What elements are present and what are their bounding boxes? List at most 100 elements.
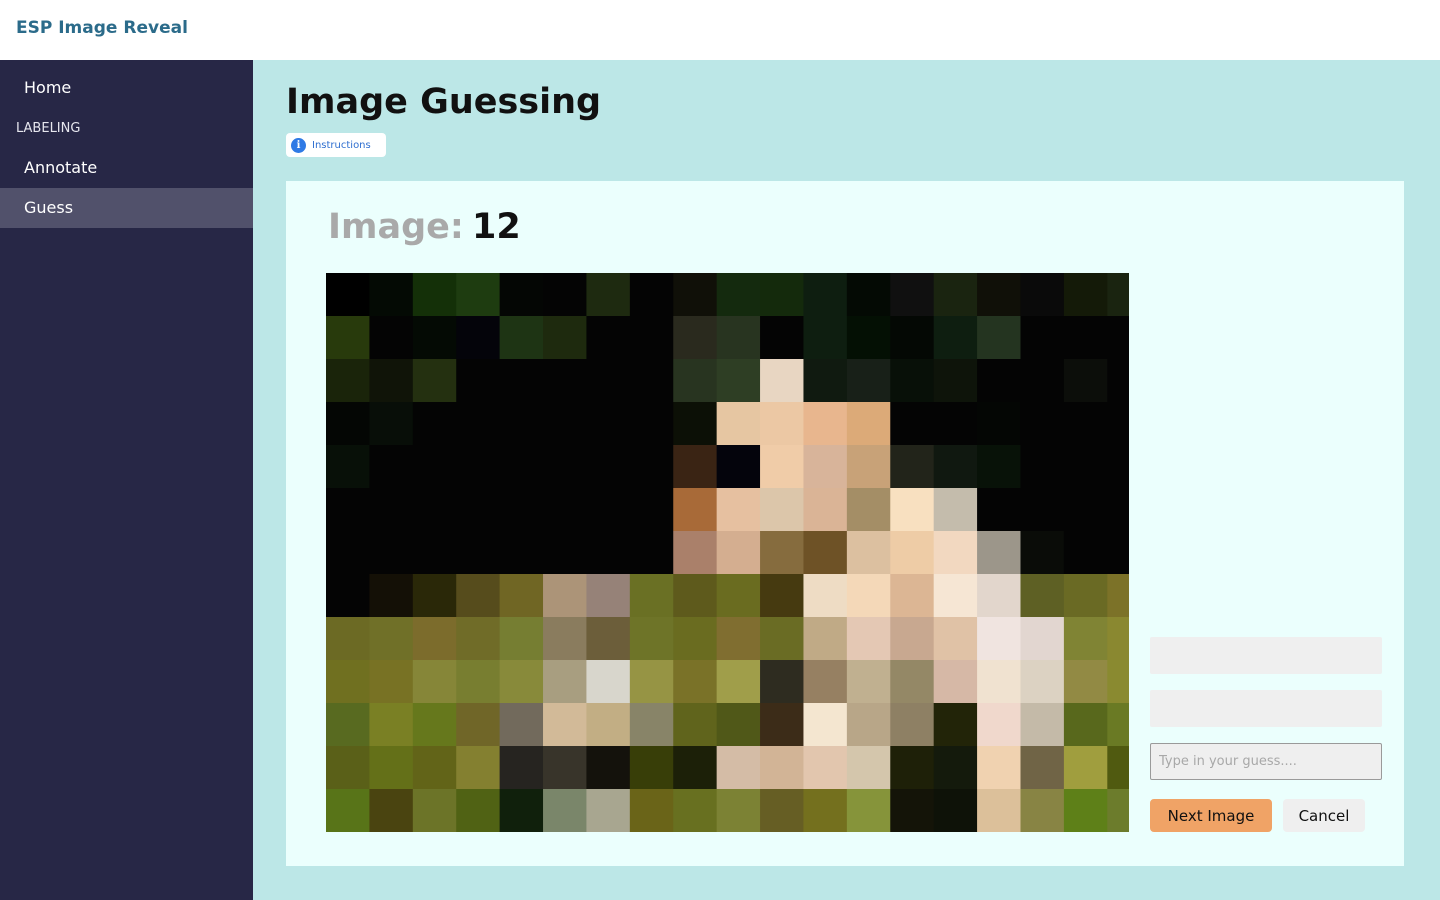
image-pixel-block: [760, 359, 805, 403]
image-pixel-block: [412, 746, 457, 790]
image-pixel-block: [499, 359, 544, 403]
image-pixel-block: [890, 703, 935, 747]
image-pixel-block: [543, 488, 588, 532]
image-pixel-block: [326, 574, 371, 618]
image-pixel-block: [1020, 531, 1065, 575]
image-pixel-block: [499, 746, 544, 790]
image-pixel-block: [1107, 703, 1129, 747]
image-pixel-block: [673, 574, 718, 618]
image-pixel-block: [760, 789, 805, 832]
image-pixel-block: [456, 660, 501, 704]
image-pixel-block: [629, 660, 674, 704]
image-pixel-block: [803, 574, 848, 618]
image-pixel-block: [846, 359, 891, 403]
image-pixel-block: [933, 316, 978, 360]
app-title[interactable]: ESP Image Reveal: [16, 18, 188, 38]
image-pixel-block: [1107, 445, 1129, 489]
image-pixel-block: [586, 746, 631, 790]
image-pixel-block: [326, 789, 371, 832]
image-pixel-block: [1107, 273, 1129, 317]
image-pixel-block: [499, 574, 544, 618]
image-pixel-block: [716, 316, 761, 360]
image-pixel-block: [846, 746, 891, 790]
image-pixel-block: [846, 574, 891, 618]
image-pixel-block: [760, 703, 805, 747]
image-pixel-block: [673, 316, 718, 360]
image-pixel-block: [977, 402, 1022, 446]
image-pixel-block: [456, 531, 501, 575]
image-pixel-block: [543, 746, 588, 790]
guess-input[interactable]: [1150, 743, 1382, 780]
image-pixel-block: [543, 359, 588, 403]
image-pixel-block: [1063, 703, 1108, 747]
cancel-button[interactable]: Cancel: [1283, 799, 1365, 832]
image-pixel-block: [543, 445, 588, 489]
image-pixel-block: [1063, 445, 1108, 489]
image-pixel-block: [369, 488, 414, 532]
image-pixel-block: [846, 402, 891, 446]
image-pixel-block: [977, 531, 1022, 575]
image-pixel-block: [629, 359, 674, 403]
image-pixel-block: [977, 789, 1022, 832]
image-pixel-block: [803, 445, 848, 489]
image-pixel-block: [629, 574, 674, 618]
image-pixel-block: [412, 488, 457, 532]
image-pixel-block: [890, 488, 935, 532]
image-pixel-block: [326, 316, 371, 360]
image-pixel-block: [412, 359, 457, 403]
image-pixel-block: [1063, 660, 1108, 704]
image-pixel-block: [499, 445, 544, 489]
image-pixel-block: [1020, 359, 1065, 403]
image-pixel-block: [933, 531, 978, 575]
image-pixel-block: [803, 617, 848, 661]
image-pixel-block: [326, 359, 371, 403]
image-pixel-block: [1020, 273, 1065, 317]
image-pixel-block: [499, 316, 544, 360]
image-pixel-block: [673, 273, 718, 317]
image-pixel-block: [1020, 574, 1065, 618]
image-pixel-block: [456, 703, 501, 747]
next-image-button[interactable]: Next Image: [1150, 799, 1272, 832]
image-pixel-block: [369, 273, 414, 317]
image-pixel-block: [326, 531, 371, 575]
image-pixel-block: [1107, 574, 1129, 618]
image-pixel-block: [716, 703, 761, 747]
image-pixel-block: [499, 789, 544, 832]
image-pixel-block: [1107, 531, 1129, 575]
image-pixel-block: [629, 746, 674, 790]
image-pixel-block: [1063, 617, 1108, 661]
image-pixel-block: [803, 789, 848, 832]
image-pixel-block: [933, 789, 978, 832]
image-pixel-block: [1063, 531, 1108, 575]
image-pixel-block: [629, 789, 674, 832]
image-pixel-block: [977, 617, 1022, 661]
image-pixel-block: [326, 402, 371, 446]
image-pixel-block: [1020, 402, 1065, 446]
image-pixel-block: [499, 531, 544, 575]
image-pixel-block: [369, 316, 414, 360]
sidebar-item-annotate[interactable]: Annotate: [0, 148, 253, 188]
image-pixel-block: [1063, 316, 1108, 360]
pixelated-image-canvas: [326, 273, 1129, 832]
instructions-button[interactable]: i Instructions: [286, 133, 386, 157]
sidebar-item-guess[interactable]: Guess: [0, 188, 253, 228]
image-pixel-block: [760, 273, 805, 317]
image-pixel-block: [933, 488, 978, 532]
image-pixel-block: [716, 359, 761, 403]
image-pixel-block: [629, 445, 674, 489]
image-pixel-block: [412, 402, 457, 446]
image-pixel-block: [803, 488, 848, 532]
image-pixel-block: [890, 789, 935, 832]
image-pixel-block: [369, 789, 414, 832]
image-pixel-block: [326, 660, 371, 704]
image-pixel-block: [760, 531, 805, 575]
image-pixel-block: [1063, 402, 1108, 446]
image-pixel-block: [412, 660, 457, 704]
image-pixel-block: [412, 574, 457, 618]
image-number: 12: [472, 207, 521, 247]
image-pixel-block: [1020, 746, 1065, 790]
sidebar-item-home[interactable]: Home: [0, 68, 253, 108]
image-label: Image:: [328, 207, 464, 247]
image-pixel-block: [543, 402, 588, 446]
image-pixel-block: [543, 273, 588, 317]
